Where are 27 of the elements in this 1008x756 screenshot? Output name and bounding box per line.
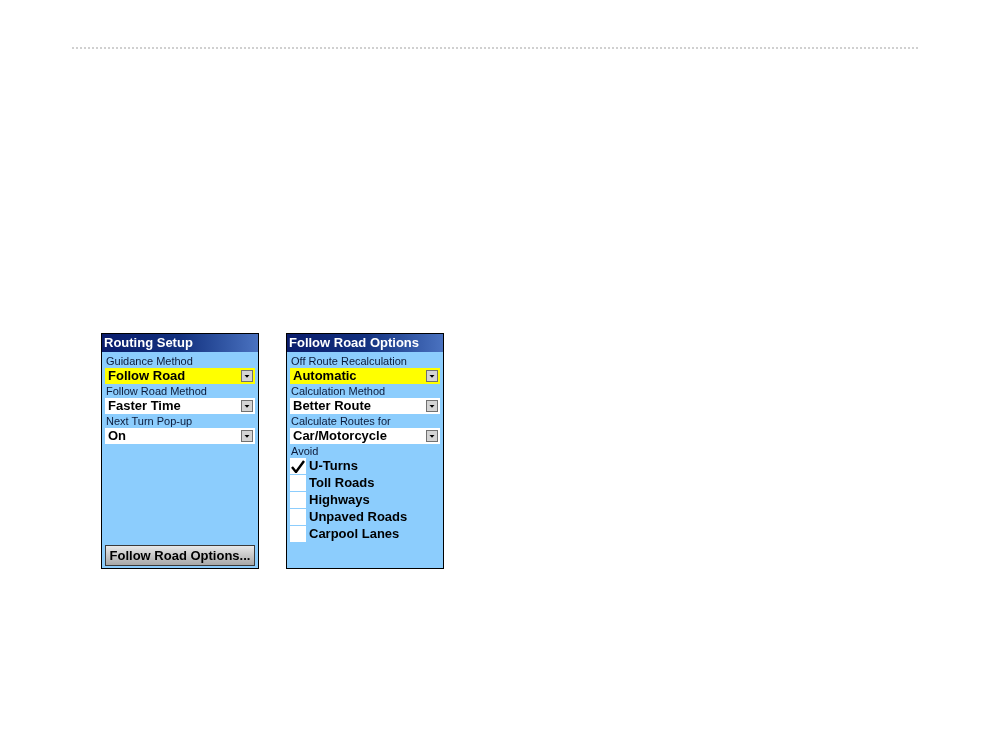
option-label: Highways bbox=[309, 492, 370, 508]
option-label: U-Turns bbox=[309, 458, 358, 474]
field-label: Avoid bbox=[290, 444, 320, 458]
field-label: Follow Road Method bbox=[105, 384, 208, 398]
option-label: Carpool Lanes bbox=[309, 526, 400, 542]
option-label: Toll Roads bbox=[309, 475, 375, 491]
checkbox[interactable] bbox=[290, 526, 306, 542]
title-bar: Routing Setup bbox=[102, 334, 258, 352]
checkbox[interactable] bbox=[290, 492, 306, 508]
options-button[interactable]: Follow Road Options... bbox=[105, 545, 255, 566]
title-bar: Follow Road Options bbox=[287, 334, 443, 352]
dropdown-field[interactable]: Better Route bbox=[290, 398, 440, 414]
checkmark-icon bbox=[291, 459, 305, 473]
field-label: Off Route Recalculation bbox=[290, 354, 408, 368]
dropdown-field[interactable]: Faster Time bbox=[105, 398, 255, 414]
field-label: Next Turn Pop-up bbox=[105, 414, 194, 428]
checkbox[interactable] bbox=[290, 475, 306, 491]
dropdown-field[interactable]: Car/Motorcycle bbox=[290, 428, 440, 444]
field-label: Guidance Method bbox=[105, 354, 194, 368]
field-label: Calculate Routes for bbox=[290, 414, 392, 428]
option-label: Unpaved Roads bbox=[309, 509, 408, 525]
checkbox[interactable] bbox=[290, 458, 306, 474]
checkbox[interactable] bbox=[290, 509, 306, 525]
dropdown-field[interactable]: Follow Road bbox=[105, 368, 255, 384]
dropdown-field[interactable]: Automatic bbox=[290, 368, 440, 384]
field-label: Calculation Method bbox=[290, 384, 387, 398]
dropdown-field[interactable]: On bbox=[105, 428, 255, 444]
